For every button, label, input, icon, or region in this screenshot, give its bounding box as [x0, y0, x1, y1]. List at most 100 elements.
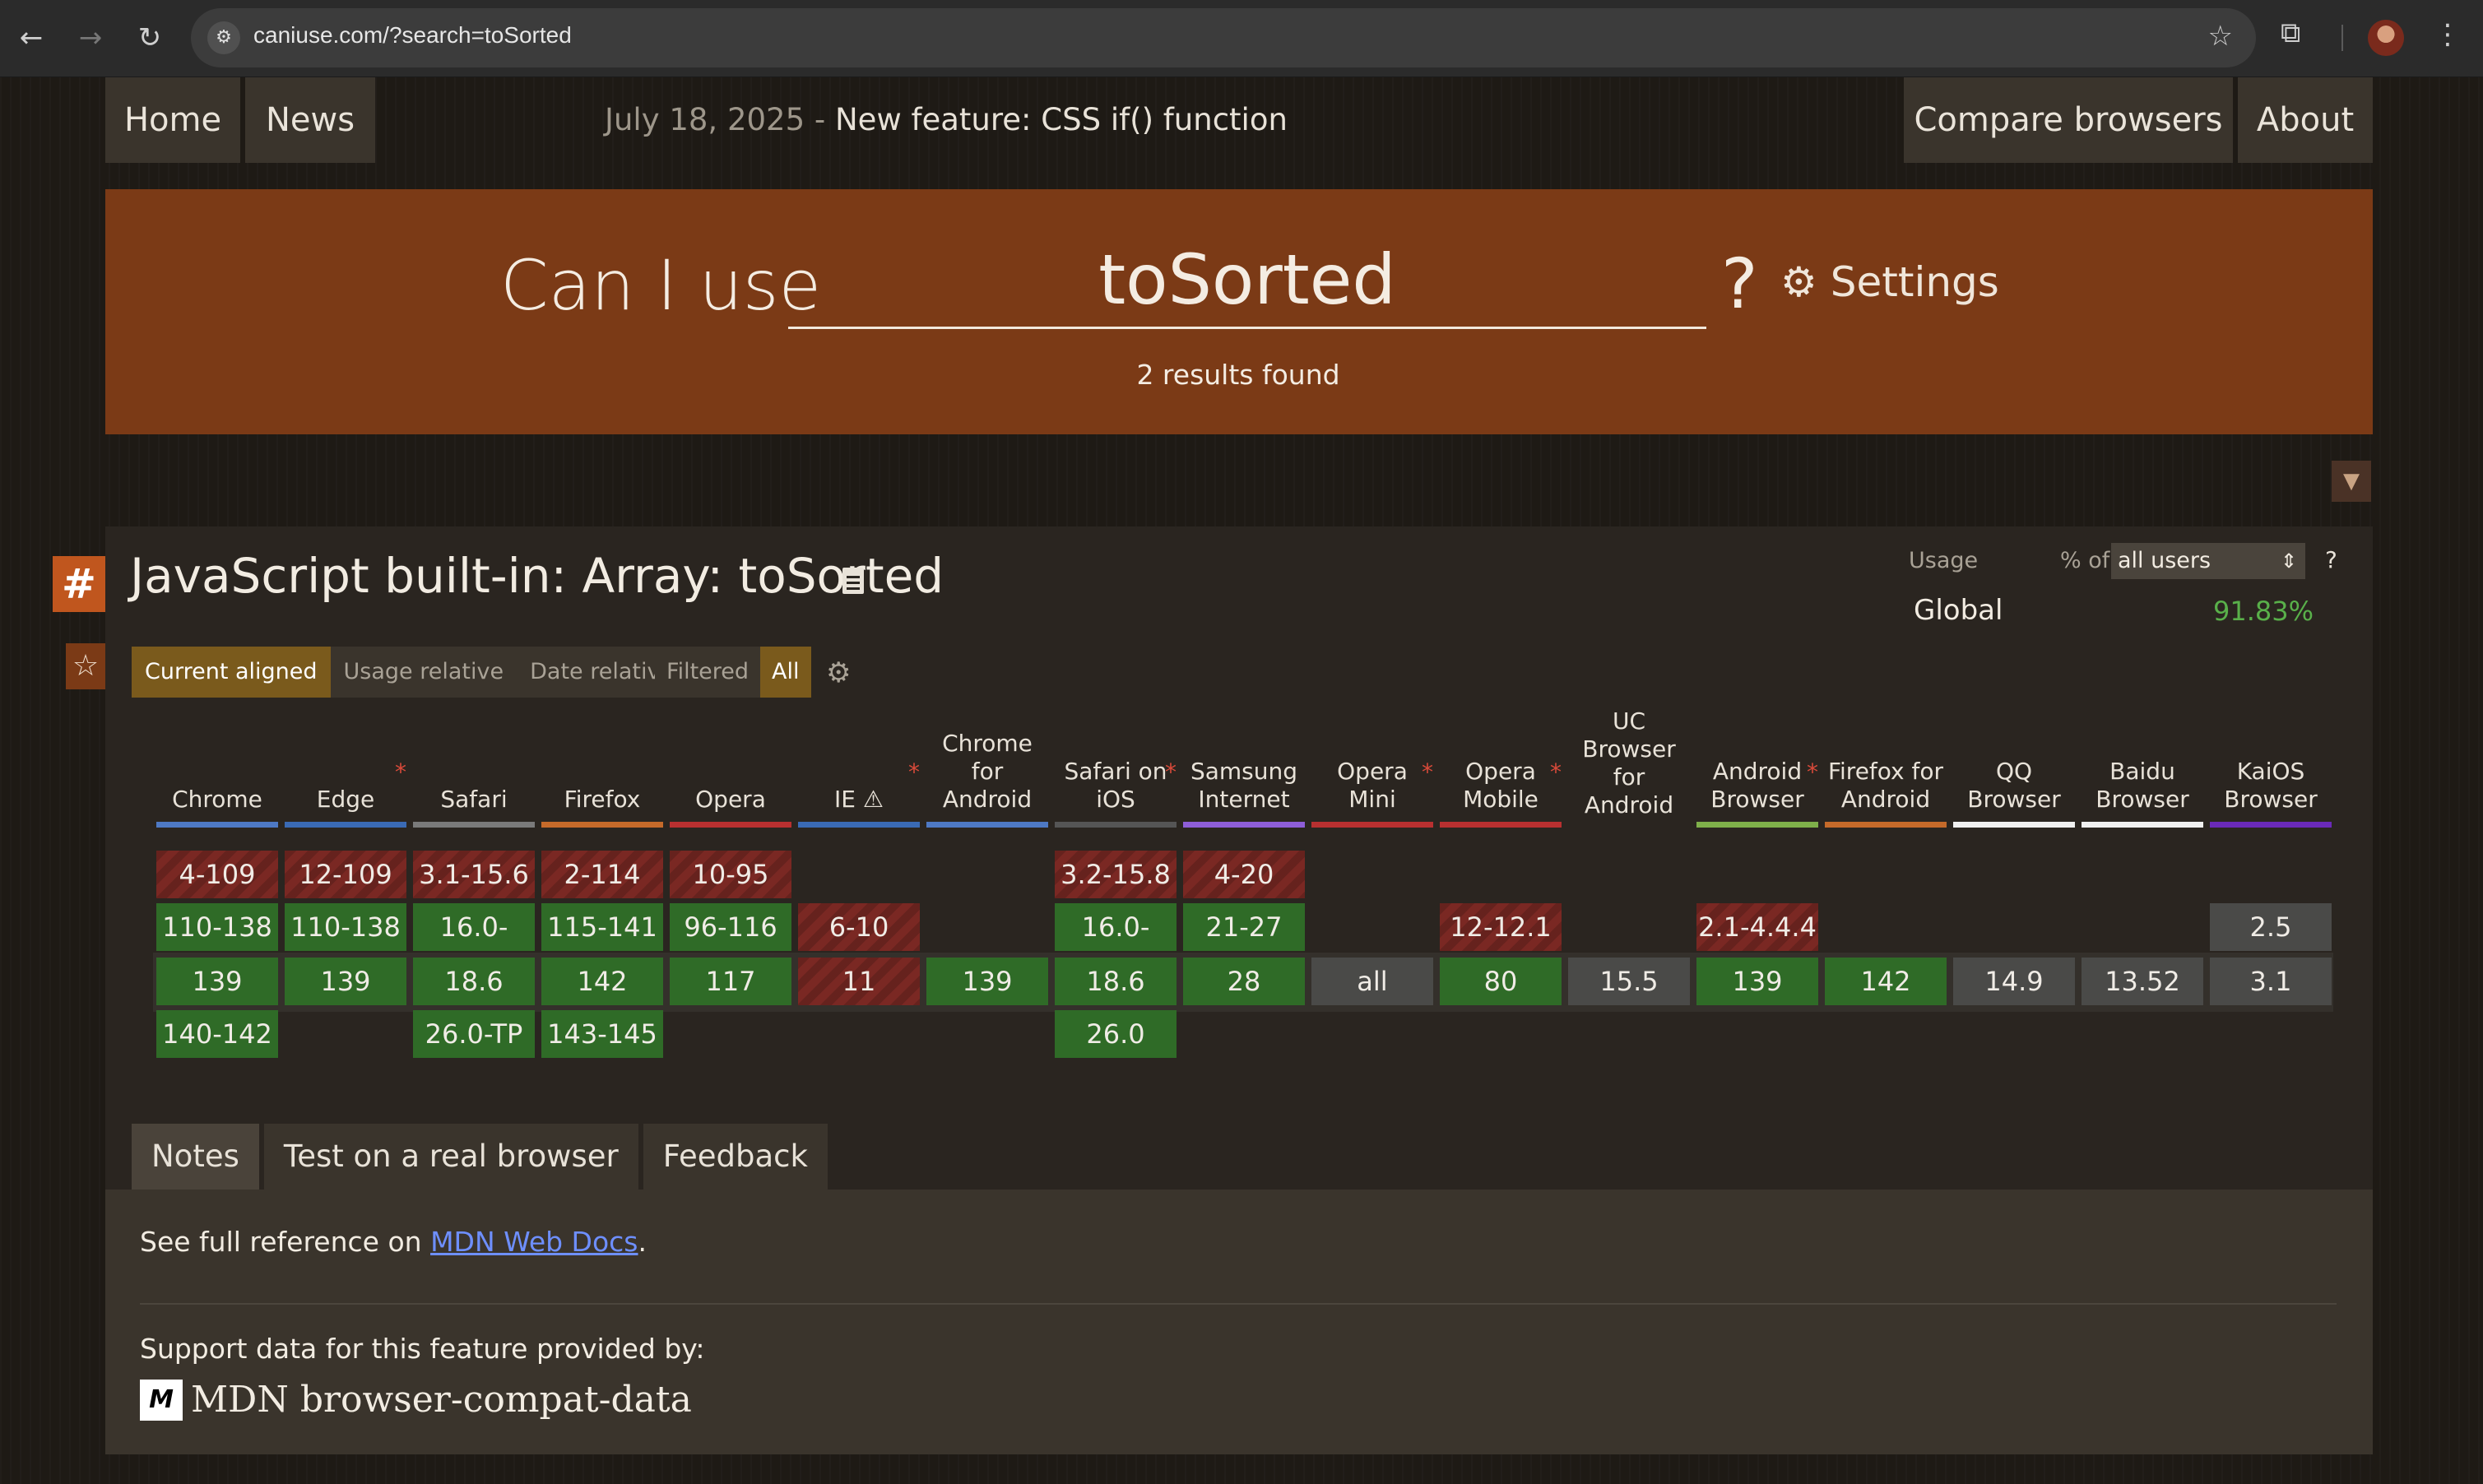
support-cell[interactable]: 110-138	[285, 903, 406, 951]
browser-header[interactable]: Chrome for Android	[926, 721, 1048, 828]
support-cell[interactable]: 139	[1696, 958, 1818, 1005]
tab-usage-relative[interactable]: Usage relative	[331, 647, 517, 698]
browser-header[interactable]: Baidu Browser	[2082, 721, 2203, 828]
support-cell[interactable]: 12-12.1	[1440, 903, 1562, 951]
support-cell[interactable]: 4-20	[1183, 851, 1305, 898]
support-cell[interactable]: 139	[926, 958, 1048, 1005]
support-cell[interactable]: 3.1-15.6	[413, 851, 535, 898]
support-cell[interactable]: 110-138	[156, 903, 278, 951]
support-cell[interactable]: 117	[670, 958, 791, 1005]
browser-menu-icon[interactable]: ⋮	[2434, 18, 2462, 51]
support-cell[interactable]: 96-116	[670, 903, 791, 951]
global-label: Global	[1914, 594, 2003, 627]
browser-header[interactable]: Firefox	[541, 721, 663, 828]
notes-asterisk-icon[interactable]: *	[395, 758, 406, 786]
support-cell[interactable]: 2.1-4.4.4	[1696, 903, 1818, 951]
browser-header[interactable]: Edge	[285, 721, 406, 828]
support-cell[interactable]: 16.0-18.4	[1055, 903, 1177, 990]
tab-notes[interactable]: Notes	[132, 1124, 259, 1190]
support-cell[interactable]: 18.6	[1055, 958, 1177, 1005]
url-text[interactable]: caniuse.com/?search=toSorted	[253, 22, 572, 49]
support-cell[interactable]: 14.9	[1953, 958, 2075, 1005]
support-cell[interactable]: 26.0-TP	[413, 1010, 535, 1058]
nav-compare-browsers[interactable]: Compare browsers	[1904, 77, 2233, 163]
browser-header[interactable]: Chrome	[156, 721, 278, 828]
support-cell[interactable]: 139	[285, 958, 406, 1005]
table-settings-gear-icon[interactable]: ⚙	[826, 656, 851, 689]
usage-help-icon[interactable]: ?	[2325, 546, 2337, 573]
nav-news[interactable]: News	[245, 77, 375, 163]
support-cell[interactable]: 28	[1183, 958, 1305, 1005]
browser-header[interactable]: KaiOS Browser	[2210, 721, 2332, 828]
mdn-web-docs-link[interactable]: MDN Web Docs	[430, 1226, 638, 1258]
support-cell[interactable]: 2-114	[541, 851, 663, 898]
support-cell[interactable]: 142	[541, 958, 663, 1005]
support-cell[interactable]: 3.2-15.8	[1055, 851, 1177, 898]
browser-header[interactable]: Android Browser	[1696, 721, 1818, 828]
support-cell[interactable]: 140-142	[156, 1010, 278, 1058]
notes-asterisk-icon[interactable]: *	[908, 758, 920, 786]
profile-avatar[interactable]	[2368, 20, 2404, 56]
notes-asterisk-icon[interactable]: *	[1807, 758, 1818, 786]
back-icon[interactable]: ←	[12, 18, 51, 58]
support-cell[interactable]: 16.0-18.4	[413, 903, 535, 990]
tab-current-aligned[interactable]: Current aligned	[132, 647, 331, 698]
filter-icon[interactable]: ▼	[2332, 461, 2371, 502]
support-cell[interactable]: 21-27	[1183, 903, 1305, 951]
support-data-label: Support data for this feature provided b…	[140, 1333, 705, 1365]
browser-header[interactable]: QQ Browser	[1953, 721, 2075, 828]
support-cell[interactable]: 15.5	[1568, 958, 1690, 1005]
site-info-icon[interactable]: ⚙	[207, 21, 240, 54]
support-cell[interactable]: 139	[156, 958, 278, 1005]
feature-anchor-hash[interactable]: #	[53, 556, 105, 612]
support-cell[interactable]: 3.1	[2210, 958, 2332, 1005]
notes-asterisk-icon[interactable]: *	[1165, 758, 1177, 786]
tab-filtered[interactable]: Filtered	[655, 647, 760, 698]
browser-name-line: Opera	[695, 786, 766, 813]
tab-all[interactable]: All	[760, 647, 811, 698]
browser-header[interactable]: IE ⚠	[798, 721, 920, 828]
settings-button[interactable]: ⚙ Settings	[1780, 258, 1999, 306]
support-cell[interactable]: 4-109	[156, 851, 278, 898]
browser-header[interactable]: Opera Mobile	[1440, 721, 1562, 828]
nav-about[interactable]: About	[2238, 77, 2373, 163]
news-headline[interactable]: July 18, 2025 - New feature: CSS if() fu…	[411, 77, 1481, 163]
tab-feedback[interactable]: Feedback	[643, 1124, 828, 1190]
star-icon[interactable]: ☆	[66, 643, 105, 689]
tab-test-on-real-browser[interactable]: Test on a real browser	[263, 1124, 638, 1190]
support-cell[interactable]: 143-145	[541, 1010, 663, 1058]
support-cell[interactable]: 10-95	[670, 851, 791, 898]
browser-header[interactable]: Safari on iOS	[1055, 721, 1177, 828]
support-cell[interactable]: 13.52	[2082, 958, 2203, 1005]
nav-home[interactable]: Home	[105, 77, 240, 163]
support-cell[interactable]: 2.5	[2210, 903, 2332, 951]
search-input[interactable]: toSorted	[788, 237, 1706, 329]
browser-header[interactable]: Samsung Internet	[1183, 721, 1305, 828]
browser-header[interactable]: Opera	[670, 721, 791, 828]
support-cell[interactable]: 6-10	[798, 903, 920, 951]
bookmark-star-icon[interactable]: ☆	[2208, 20, 2233, 53]
extensions-icon[interactable]: ⧉	[2281, 16, 2300, 49]
support-cell[interactable]: 18.6	[413, 958, 535, 1005]
address-bar[interactable]: ⚙ caniuse.com/?search=toSorted ☆	[191, 8, 2256, 67]
reload-icon[interactable]: ↻	[130, 18, 169, 58]
mdn-bcd-credit[interactable]: M MDN browser-compat-data	[140, 1379, 692, 1421]
users-select[interactable]: all users	[2111, 543, 2305, 579]
support-cell[interactable]: 26.0	[1055, 1010, 1177, 1058]
support-cell[interactable]: 12-109	[285, 851, 406, 898]
browser-header[interactable]: Firefox for Android	[1825, 721, 1947, 828]
notes-asterisk-icon[interactable]: *	[1550, 758, 1562, 786]
browser-color-bar	[926, 822, 1048, 828]
browser-header[interactable]: Opera Mini	[1311, 721, 1433, 828]
news-text[interactable]: New feature: CSS if() function	[835, 102, 1288, 137]
support-cell[interactable]: 115-141	[541, 903, 663, 951]
browser-header[interactable]: UC Browser for Android	[1568, 707, 1690, 828]
forward-icon[interactable]: →	[71, 18, 110, 58]
support-cell[interactable]: 11	[798, 958, 920, 1005]
support-cell[interactable]: 142	[1825, 958, 1947, 1005]
browser-header[interactable]: Safari	[413, 721, 535, 828]
document-icon[interactable]	[842, 568, 864, 594]
support-cell[interactable]: all	[1311, 958, 1433, 1005]
support-cell[interactable]: 80	[1440, 958, 1562, 1005]
notes-asterisk-icon[interactable]: *	[1422, 758, 1433, 786]
